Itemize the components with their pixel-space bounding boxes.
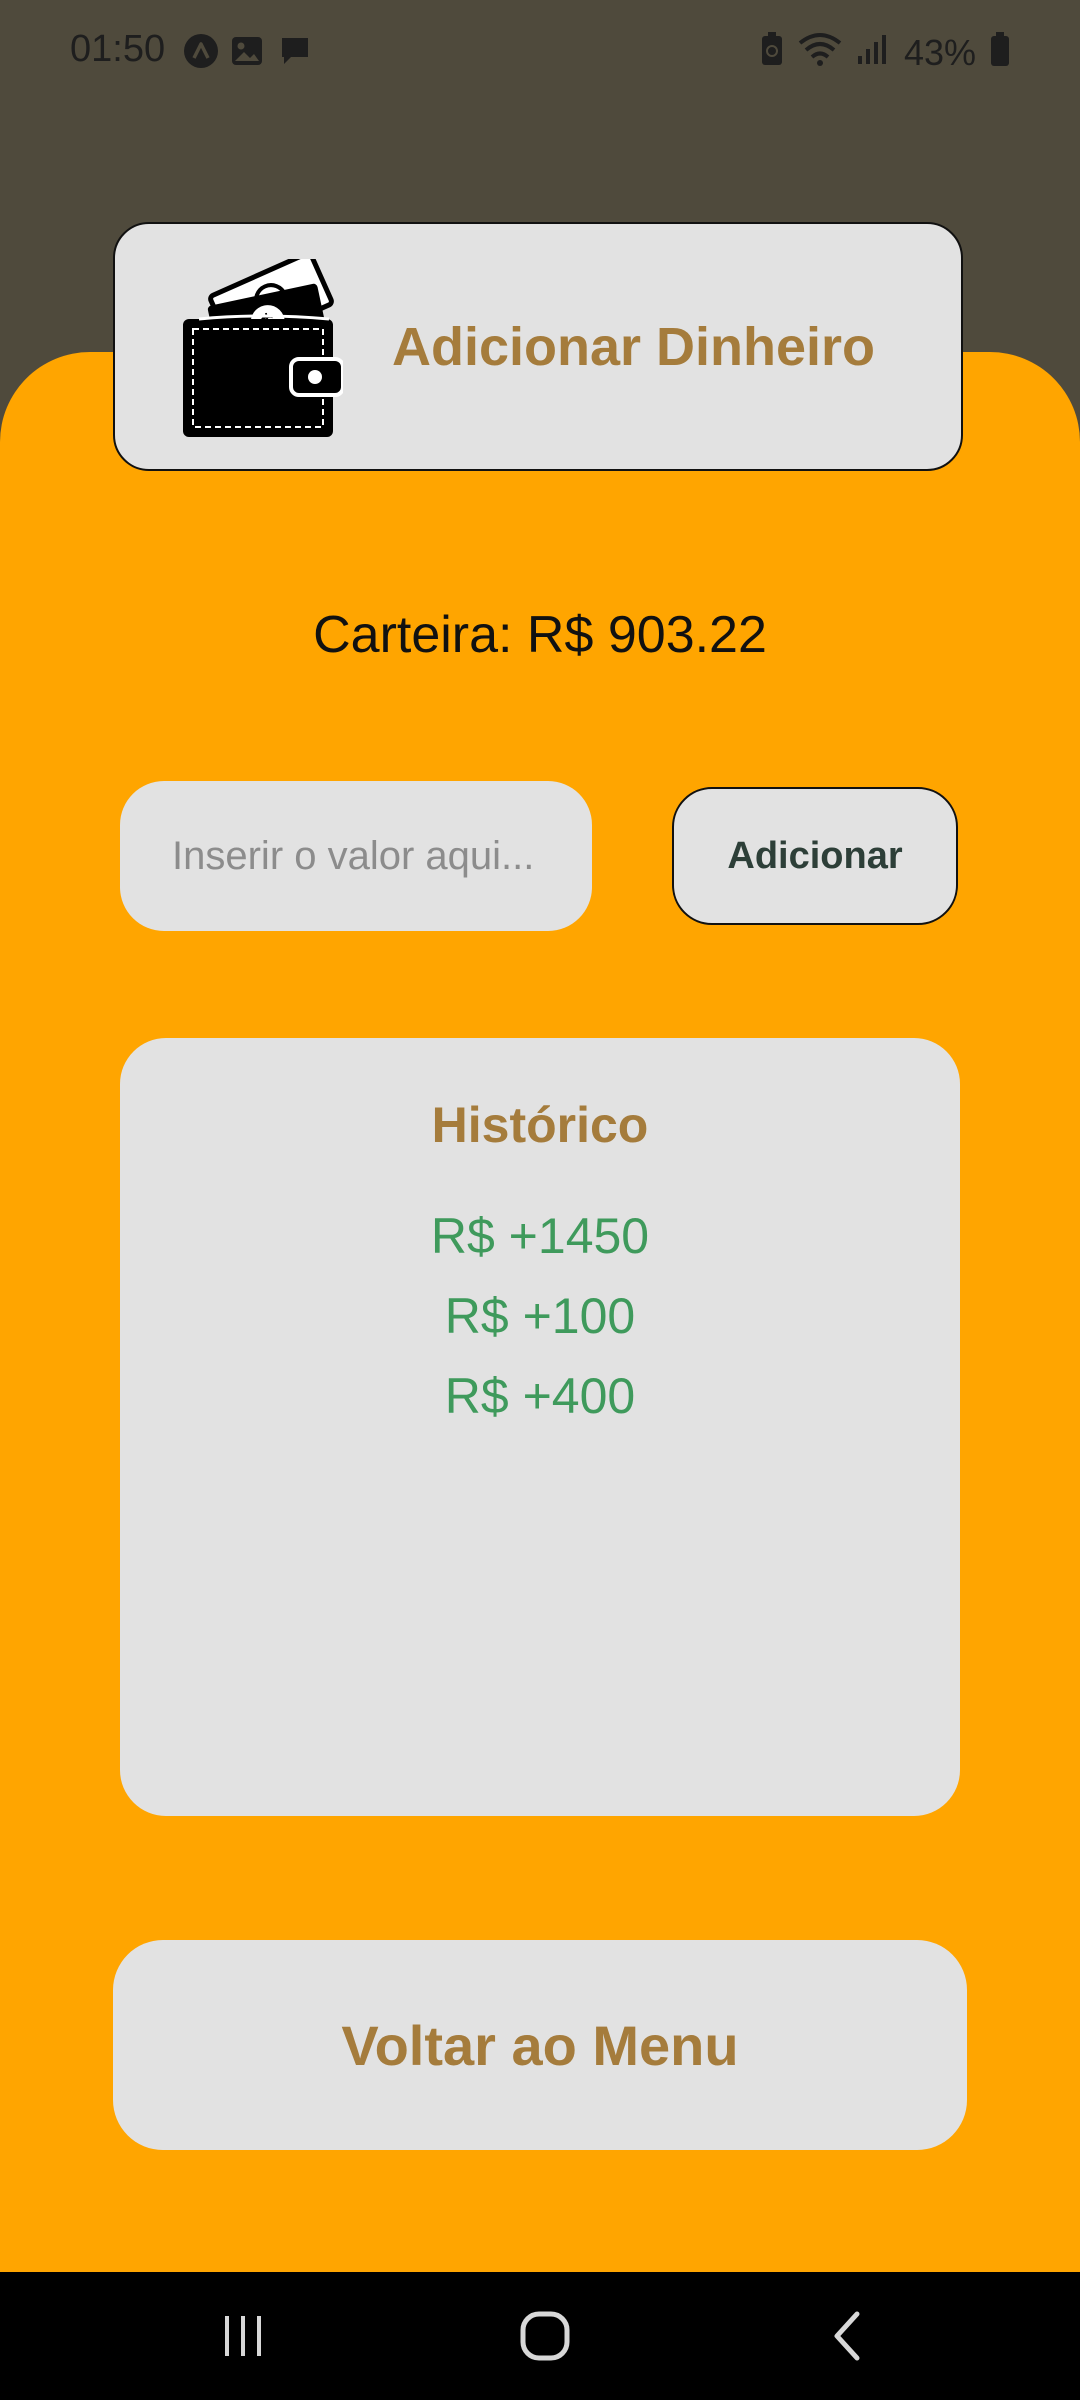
history-item: R$ +1450 <box>430 1208 650 1264</box>
header-card: $ Adicionar Dinheiro <box>113 222 963 471</box>
history-title: Histórico <box>431 1097 649 1153</box>
status-time: 01:50 <box>70 28 166 70</box>
back-icon[interactable] <box>787 2272 907 2400</box>
battery-saver-icon <box>760 31 784 76</box>
signal-icon <box>856 32 890 75</box>
app-icon <box>182 32 220 70</box>
gallery-icon <box>228 32 266 70</box>
history-item: R$ +400 <box>444 1368 636 1424</box>
message-icon <box>276 32 314 70</box>
wallet-balance: Carteira: R$ 903.22 <box>313 606 767 664</box>
back-to-menu-button[interactable]: Voltar ao Menu <box>113 1940 967 2150</box>
history-list: R$ +1450 R$ +100 R$ +400 <box>120 1196 960 1436</box>
history-item: R$ +100 <box>444 1288 636 1344</box>
status-right-group: 43% <box>760 28 1010 78</box>
battery-percent: 43% <box>903 32 976 73</box>
status-bar: 01:50 43% <box>0 0 1080 110</box>
add-button[interactable]: Adicionar <box>672 787 958 925</box>
history-card: Histórico R$ +1450 R$ +100 R$ +400 <box>120 1038 960 1816</box>
amount-input[interactable] <box>120 781 592 931</box>
navigation-bar <box>0 2272 1080 2400</box>
battery-icon <box>990 31 1010 76</box>
wallet-money-icon: $ <box>183 250 345 439</box>
wifi-icon <box>798 31 842 76</box>
page-title: Adicionar Dinheiro <box>392 316 876 377</box>
recent-apps-icon[interactable] <box>183 2272 303 2400</box>
home-icon[interactable] <box>485 2272 605 2400</box>
